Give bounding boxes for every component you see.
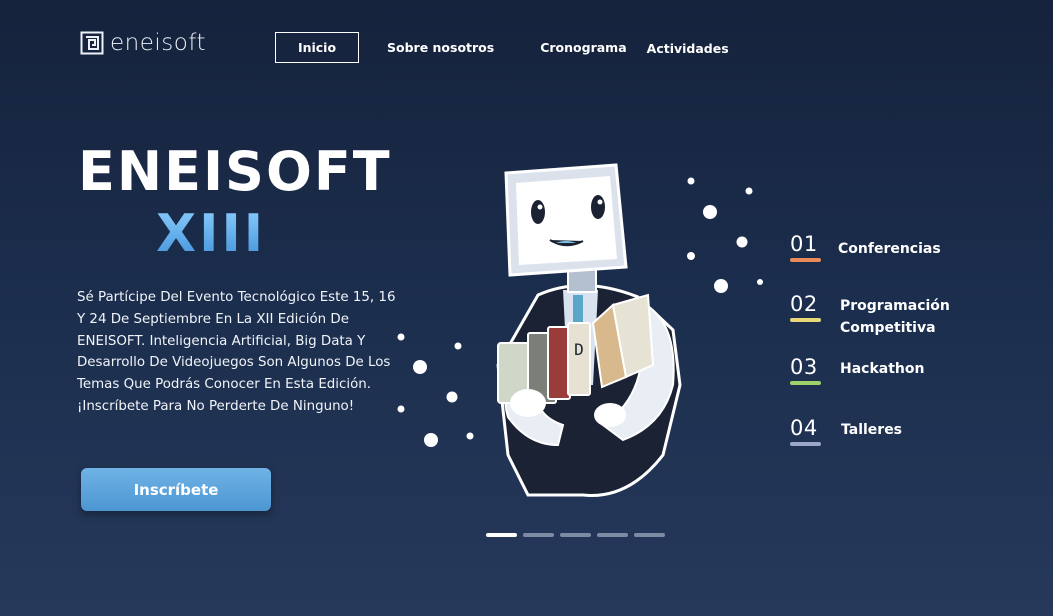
activity-color-bar (790, 258, 821, 262)
carousel-dot[interactable] (634, 533, 665, 537)
carousel-dot[interactable] (486, 533, 517, 537)
activity-label: Talleres (841, 422, 903, 438)
hero-description: Sé Partícipe Del Evento Tecnológico Este… (77, 290, 396, 414)
logo[interactable]: eneisoft (80, 30, 206, 56)
main-nav: Inicio Sobre nosotros Cronograma Activid… (275, 32, 729, 63)
activity-number: 02 (790, 292, 818, 316)
hero-title: ENEISOFT (78, 140, 392, 203)
activity-color-bar (790, 318, 821, 322)
activity-item-hackathon[interactable]: 03 Hackathon (790, 355, 924, 385)
activity-label: Hackathon (840, 361, 925, 377)
activity-color-bar (790, 442, 821, 446)
carousel-dot[interactable] (560, 533, 591, 537)
activity-label: Conferencias (838, 241, 941, 257)
hero-subtitle: XIII (156, 204, 267, 264)
nav-cronograma[interactable]: Cronograma (540, 40, 626, 55)
activity-color-bar (790, 381, 821, 385)
nav-inicio[interactable]: Inicio (275, 32, 359, 63)
carousel-indicators (486, 533, 665, 537)
activity-label-line1: Programación (840, 298, 950, 314)
logo-icon (80, 31, 104, 55)
activity-number: 01 (790, 232, 818, 256)
badge-letter: D (574, 340, 584, 359)
carousel-dot[interactable] (523, 533, 554, 537)
carousel-dot[interactable] (597, 533, 628, 537)
activity-number: 04 (790, 416, 818, 440)
activity-item-talleres[interactable]: 04 Talleres (790, 416, 902, 446)
register-button[interactable]: Inscríbete (81, 468, 271, 511)
activity-item-conferencias[interactable]: 01 Conferencias (790, 232, 941, 262)
activity-item-programacion[interactable]: 02 Programación Competitiva (790, 292, 950, 336)
activity-label-line2: Competitiva (840, 320, 936, 336)
nav-actividades[interactable]: Actividades (647, 41, 729, 56)
activity-number: 03 (790, 355, 818, 379)
logo-text: eneisoft (110, 30, 207, 56)
nav-sobre-nosotros[interactable]: Sobre nosotros (387, 40, 494, 55)
robot-mascot-illustration: D (397, 163, 763, 497)
